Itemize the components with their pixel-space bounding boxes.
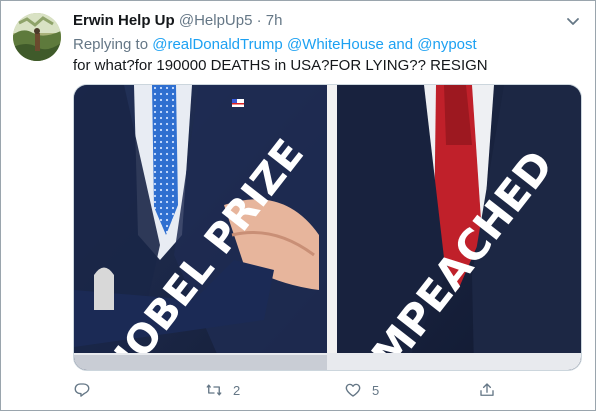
chevron-down-icon[interactable] — [565, 13, 581, 29]
retweet-button[interactable]: 2 — [205, 379, 240, 401]
action-bar: 2 5 — [73, 379, 513, 403]
like-count: 5 — [372, 382, 380, 398]
retweet-icon — [206, 384, 222, 396]
replying-to-line: Replying to @realDonaldTrump @WhiteHouse… — [73, 36, 477, 54]
display-name[interactable]: Erwin Help Up — [73, 12, 175, 29]
media-image: NOBEL PRIZE IMPEACHED — [74, 85, 581, 370]
avatar-image — [13, 13, 61, 61]
share-button[interactable] — [478, 379, 496, 401]
mention-nypost[interactable]: @nypost — [417, 36, 476, 53]
avatar[interactable] — [13, 13, 61, 61]
timestamp[interactable]: 7h — [266, 12, 283, 29]
reply-button[interactable] — [73, 379, 101, 401]
retweet-count: 2 — [233, 382, 241, 398]
separator: · — [256, 12, 262, 29]
tweet-card[interactable]: Erwin Help Up @HelpUp5 · 7h Replying to … — [0, 0, 596, 411]
like-button[interactable]: 5 — [344, 379, 379, 401]
media-divider — [327, 85, 337, 370]
replying-prefix: Replying to — [73, 36, 149, 53]
mention-realdonaldtrump[interactable]: @realDonaldTrump — [152, 36, 283, 53]
user-handle[interactable]: @HelpUp5 — [179, 12, 253, 29]
tweet-text: for what?for 190000 DEATHS in USA?FOR LY… — [73, 57, 488, 74]
like-icon — [345, 383, 361, 397]
tweet-header: Erwin Help Up @HelpUp5 · 7h — [73, 12, 575, 30]
reply-icon — [74, 383, 90, 397]
tweet-media[interactable]: NOBEL PRIZE IMPEACHED — [73, 84, 582, 371]
share-icon — [480, 383, 494, 396]
mention-whitehouse[interactable]: @WhiteHouse — [287, 36, 384, 53]
mention-conjunction: and — [388, 36, 414, 53]
